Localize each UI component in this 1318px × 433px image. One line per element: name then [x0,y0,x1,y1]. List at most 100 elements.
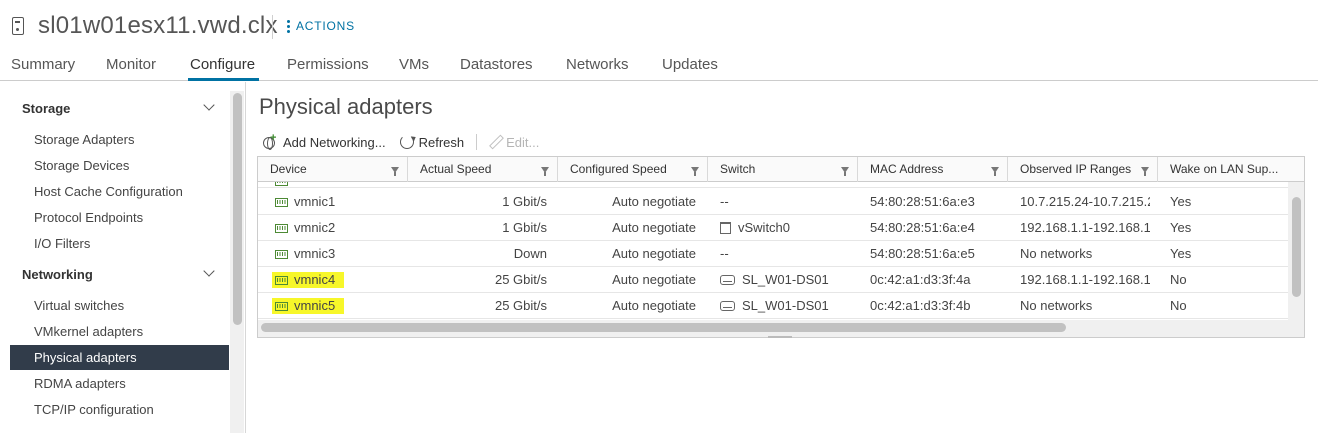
toolbar-divider [476,134,478,150]
column-header-mac-address[interactable]: MAC Address [858,157,1008,182]
table-row[interactable]: vmnic3 Down Auto negotiate -- 54:80:28:51:6a… [258,241,1288,267]
sidebar-item-rdma-adapters[interactable]: RDMA adapters [10,371,229,396]
grid-vertical-scrollbar-thumb[interactable] [1292,197,1301,297]
chevron-down-icon[interactable] [203,265,215,277]
add-networking-button[interactable]: + Add Networking... [262,132,386,150]
switch-name: SL_W01-DS01 [742,272,829,287]
switch-name: vSwitch0 [738,220,791,235]
chevron-down-icon[interactable] [203,99,215,111]
tab-monitor[interactable]: Monitor [106,56,156,73]
table-row[interactable]: vmnic5 25 Gbit/s Auto negotiate SL_W01-DS01… [258,293,1288,319]
filter-icon[interactable] [541,167,549,176]
edit-button[interactable]: Edit... [489,135,539,150]
cell-switch: SL_W01-DS01 [720,293,855,319]
cell-wake-on-lan: No [1170,298,1187,313]
grid-horizontal-scrollbar-thumb[interactable] [261,323,1066,332]
cell-observed-ip-ranges: No networks [1020,246,1093,261]
pencil-icon [489,136,501,148]
actions-button[interactable]: ACTIONS [287,19,355,33]
filter-icon[interactable] [1141,167,1149,176]
cell-switch: vSwitch0 [720,215,855,241]
tab-networks[interactable]: Networks [566,56,629,73]
active-tab-indicator [188,78,259,81]
section-storage[interactable]: Storage [22,101,70,116]
table-row[interactable]: vmnic1 1 Gbit/s Auto negotiate -- 54:80:28:5… [258,189,1288,215]
sidebar-item-tcpip-configuration[interactable]: TCP/IP configuration [10,397,229,422]
cell-mac-address: 0c:42:a1:d3:3f:4a [870,272,971,287]
cell-wake-on-lan: Yes [1170,220,1192,235]
network-adapter-icon [275,182,288,186]
host-icon [12,17,24,35]
cell-actual-speed: 25 Gbit/s [494,298,547,313]
configure-sidebar: Storage Storage Adapters Storage Devices… [0,82,246,433]
switch-name: SL_W01-DS01 [742,298,829,313]
tab-datastores[interactable]: Datastores [460,56,533,73]
standard-switch-icon [720,222,731,234]
sidebar-item-host-cache-configuration[interactable]: Host Cache Configuration [10,179,229,204]
tab-vms[interactable]: VMs [399,56,429,73]
cell-configured-speed: Auto negotiate [612,246,696,261]
filter-icon[interactable] [691,167,699,176]
column-label: Switch [720,162,756,176]
cell-actual-speed: 25 Gbit/s [494,272,547,287]
sidebar-item-io-filters[interactable]: I/O Filters [10,231,229,256]
cell-mac-address: 54:80:28:51:6a:e5 [870,246,975,261]
filter-icon[interactable] [841,167,849,176]
cell-device[interactable]: vmnic2 [294,215,335,241]
sidebar-item-storage-devices[interactable]: Storage Devices [10,153,229,178]
switch-name: -- [720,194,729,209]
cell-mac-address: 0c:42:a1:d3:3f:4b [870,298,971,313]
cell-device[interactable]: vmnic5 [294,293,335,319]
sidebar-item-virtual-switches[interactable]: Virtual switches [10,293,229,318]
sidebar-item-storage-adapters[interactable]: Storage Adapters [10,127,229,152]
cell-wake-on-lan: No [1170,272,1187,287]
grid-resize-handle[interactable] [768,336,792,338]
cell-observed-ip-ranges: 192.168.1.1-192.168.1.1... [1020,272,1150,287]
tab-permissions[interactable]: Permissions [287,56,369,73]
cell-switch: SL_W01-DS01 [720,267,855,293]
column-header-observed-ip-ranges[interactable]: Observed IP Ranges [1008,157,1158,182]
distributed-switch-icon [720,301,735,311]
cell-mac-address: 54:80:28:51:6a:e4 [870,220,975,235]
table-row[interactable]: vmnic2 1 Gbit/s Auto negotiate vSwitch0 54:8… [258,215,1288,241]
sidebar-item-protocol-endpoints[interactable]: Protocol Endpoints [10,205,229,230]
cell-configured-speed: Auto negotiate [612,272,696,287]
refresh-button[interactable]: Refresh [399,134,465,150]
sidebar-item-physical-adapters[interactable]: Physical adapters [10,345,229,370]
cell-observed-ip-ranges: 192.168.1.1-192.168.1.1... [1020,220,1150,235]
table-row[interactable]: vmnic4 25 Gbit/s Auto negotiate SL_W01-DS01… [258,267,1288,293]
column-header-actual-speed[interactable]: Actual Speed [408,157,558,182]
tab-configure[interactable]: Configure [190,56,255,73]
column-header-configured-speed[interactable]: Configured Speed [558,157,708,182]
filter-icon[interactable] [391,167,399,176]
cell-configured-speed: Auto negotiate [612,298,696,313]
cell-actual-speed: 1 Gbit/s [502,220,547,235]
column-label: Wake on LAN Sup... [1170,162,1279,176]
column-label: MAC Address [870,162,944,176]
refresh-label: Refresh [418,134,465,150]
column-label: Actual Speed [420,162,492,176]
add-networking-label: Add Networking... [283,134,386,150]
cell-device[interactable]: vmnic4 [294,267,335,293]
tab-updates[interactable]: Updates [662,56,718,73]
section-networking[interactable]: Networking [22,267,93,282]
add-networking-icon: + [262,132,278,150]
cell-device[interactable]: vmnic1 [294,189,335,215]
sidebar-scrollbar-thumb[interactable] [233,93,242,325]
kebab-menu-icon [287,19,290,33]
tab-bar: Summary Monitor Configure Permissions VM… [0,52,1318,81]
column-header-device[interactable]: Device [258,157,408,182]
column-header-wake-on-lan[interactable]: Wake on LAN Sup... [1158,157,1304,182]
page-title: Physical adapters [259,94,433,119]
sidebar-item-vmkernel-adapters[interactable]: VMkernel adapters [10,319,229,344]
column-header-switch[interactable]: Switch [708,157,858,182]
cell-switch: -- [720,241,855,267]
cell-device[interactable]: vmnic3 [294,241,335,267]
filter-icon[interactable] [991,167,999,176]
cell-configured-speed: Auto negotiate [612,220,696,235]
table-row-partial[interactable] [258,182,1288,188]
header-divider [272,15,273,39]
column-label: Configured Speed [570,162,667,176]
column-label: Observed IP Ranges [1020,162,1132,176]
tab-summary[interactable]: Summary [11,56,75,73]
